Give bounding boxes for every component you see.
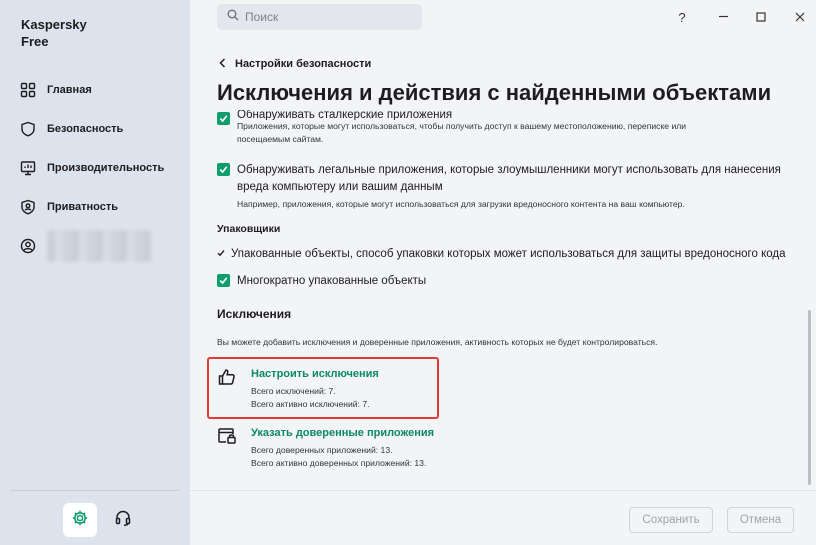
trusted-apps-action[interactable]: Указать доверенные приложения Всего дове… bbox=[217, 426, 434, 470]
sidebar-item-home[interactable]: Главная bbox=[0, 70, 190, 109]
checkmark-icon bbox=[217, 249, 225, 260]
sidebar-item-security[interactable]: Безопасность bbox=[0, 109, 190, 148]
sidebar-item-label: Приватность bbox=[47, 200, 118, 213]
gear-icon bbox=[71, 509, 89, 532]
headset-icon bbox=[114, 509, 132, 532]
maximize-icon bbox=[756, 10, 766, 25]
chevron-left-icon bbox=[219, 57, 226, 71]
app-brand: Kaspersky Free bbox=[21, 16, 131, 50]
sidebar-item-label: Главная bbox=[47, 83, 92, 96]
support-button[interactable] bbox=[110, 507, 136, 533]
back-link[interactable]: Настройки безопасности bbox=[219, 57, 371, 71]
help-button[interactable]: ? bbox=[670, 6, 694, 28]
trusted-app-lock-icon bbox=[217, 426, 237, 446]
annotation-highlight-box bbox=[207, 357, 439, 419]
legal-apps-checkbox[interactable] bbox=[217, 163, 230, 176]
main-panel: ? Настройки безопасности Исключения и де… bbox=[190, 0, 816, 545]
legal-apps-label-1: Обнаруживать легальные приложения, котор… bbox=[237, 164, 781, 176]
minimize-button[interactable] bbox=[711, 6, 735, 28]
multi-packed-checkbox[interactable] bbox=[217, 274, 230, 287]
scrollbar[interactable] bbox=[808, 310, 811, 485]
privacy-shield-icon bbox=[20, 199, 36, 215]
sidebar: Kaspersky Free Главная Безопасность Прои… bbox=[0, 0, 190, 545]
stalkerware-option: Обнаруживать сталкерские приложения Прил… bbox=[217, 110, 686, 146]
legal-apps-option: Обнаруживать легальные приложения, котор… bbox=[217, 162, 781, 211]
stalkerware-label: Обнаруживать сталкерские приложения bbox=[237, 110, 453, 120]
sidebar-item-privacy[interactable]: Приватность bbox=[0, 187, 190, 226]
exclusions-info: Вы можете добавить исключения и доверенн… bbox=[217, 337, 658, 347]
monitor-icon bbox=[20, 160, 36, 176]
search-box[interactable] bbox=[217, 4, 422, 30]
trusted-apps-total: Всего доверенных приложений: 13. bbox=[251, 445, 393, 455]
packed-objects-label: Упакованные объекты, способ упаковки кот… bbox=[231, 248, 786, 260]
minimize-icon bbox=[718, 10, 729, 25]
packed-objects-option[interactable]: Упакованные объекты, способ упаковки кот… bbox=[217, 248, 785, 260]
sidebar-item-account[interactable] bbox=[0, 226, 190, 265]
account-name-redacted bbox=[47, 229, 152, 262]
legal-apps-desc: Например, приложения, которые могут испо… bbox=[237, 199, 685, 209]
brand-edition: Free bbox=[21, 34, 49, 49]
sidebar-item-label: Производительность bbox=[47, 161, 165, 174]
page-title: Исключения и действия с найденными объек… bbox=[217, 80, 772, 105]
breadcrumb: Настройки безопасности bbox=[235, 58, 372, 70]
trusted-apps-active: Всего активно доверенных приложений: 13. bbox=[251, 458, 427, 468]
close-icon bbox=[795, 10, 805, 25]
brand-name: Kaspersky bbox=[21, 17, 87, 32]
stalkerware-checkbox[interactable] bbox=[217, 112, 230, 125]
sidebar-nav: Главная Безопасность Производительность … bbox=[0, 70, 190, 265]
stalkerware-desc-2: посещаемым сайтам. bbox=[237, 134, 324, 144]
maximize-button[interactable] bbox=[749, 6, 773, 28]
footer-divider bbox=[190, 490, 816, 491]
search-icon bbox=[227, 8, 239, 26]
packers-heading: Упаковщики bbox=[217, 223, 281, 235]
close-button[interactable] bbox=[788, 6, 812, 28]
settings-button[interactable] bbox=[63, 503, 97, 537]
shield-icon bbox=[20, 121, 36, 137]
cancel-button[interactable]: Отмена bbox=[727, 507, 794, 533]
save-button[interactable]: Сохранить bbox=[629, 507, 713, 533]
legal-apps-label-2: вреда компьютеру или вашим данным bbox=[237, 181, 443, 193]
exclusions-heading: Исключения bbox=[217, 307, 292, 321]
sidebar-item-performance[interactable]: Производительность bbox=[0, 148, 190, 187]
stalkerware-desc-1: Приложения, которые могут использоваться… bbox=[237, 121, 687, 131]
sidebar-divider bbox=[10, 490, 180, 491]
home-grid-icon bbox=[20, 82, 36, 98]
multi-packed-label: Многократно упакованные объекты bbox=[237, 275, 427, 287]
trusted-apps-link[interactable]: Указать доверенные приложения bbox=[251, 426, 434, 440]
search-input[interactable] bbox=[245, 10, 415, 24]
user-avatar-icon bbox=[20, 238, 36, 254]
sidebar-item-label: Безопасность bbox=[47, 122, 124, 135]
multi-packed-option: Многократно упакованные объекты bbox=[217, 273, 426, 290]
